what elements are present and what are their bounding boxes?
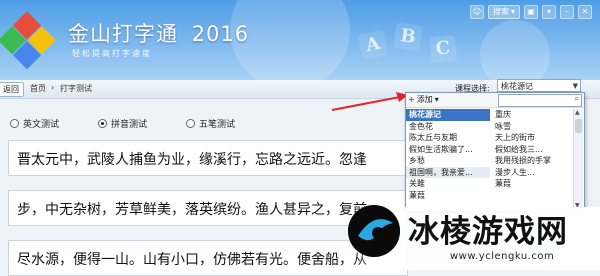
typing-line-text: 尽水源，便得一山。山有小口，仿佛若有光。便舍船，从 (17, 252, 367, 268)
user-icon[interactable]: ☺ (469, 5, 484, 19)
course-item[interactable]: 桃花源记 (406, 109, 490, 121)
mode-label: 拼音测试 (111, 120, 148, 130)
search-button-label: 搜索 (492, 7, 509, 16)
decor-letter-block: C (428, 34, 458, 64)
add-course-button[interactable]: + 添加 ▾ (408, 94, 439, 105)
course-item[interactable]: 乡愁 (406, 155, 490, 167)
radio-selected-icon[interactable] (98, 119, 107, 128)
watermark-title: 冰棱游戏网 (408, 214, 568, 250)
header-decoration (480, 20, 550, 80)
course-item[interactable]: 金色花 (406, 121, 490, 133)
mode-label: 五笔测试 (199, 120, 236, 130)
breadcrumb-home[interactable]: 首页 (30, 83, 46, 94)
decor-letter-block: A (357, 29, 389, 61)
mode-pinyin[interactable]: 拼音测试 (98, 117, 147, 130)
app-version: 2016 (191, 22, 250, 46)
dropdown-search-input[interactable]: ⌕ (498, 94, 582, 107)
course-item[interactable]: 关雎 (406, 178, 490, 190)
red-arrow-annotation (331, 92, 408, 111)
skin-icon[interactable]: ▣ (524, 5, 538, 19)
add-course-label: 添加 (416, 95, 433, 104)
course-item[interactable]: 假如生活欺骗了... (406, 144, 490, 156)
dropdown-right-column: 重庆 咏雪 天上的街市 假如给我三... 我用残损的手掌 漫步人生... 蒹葭 (492, 109, 572, 190)
typing-line[interactable]: 尽水源，便得一山。山有小口，仿佛若有光。便舍船，从 (8, 240, 408, 276)
course-item[interactable]: 祖国啊，我亲爱... (406, 166, 490, 178)
dropdown-scrollbar[interactable]: ▲ ▼ (573, 109, 583, 209)
mode-label: 英文测试 (23, 120, 60, 130)
scroll-up-icon[interactable]: ▲ (575, 109, 580, 116)
minimize-button[interactable]: – (560, 5, 574, 19)
course-item[interactable]: 蒹葭 (492, 178, 572, 190)
typing-line-text: 步，中无杂树，芳草鲜美，落英缤纷。渔人甚异之，复前 (17, 202, 367, 218)
app-logo-icon (0, 11, 57, 70)
decor-letter-block: B (393, 22, 423, 52)
close-button[interactable]: ✕ (578, 5, 592, 19)
search-icon: ⌕ (574, 94, 579, 103)
app-title-text: 金山打字通 (68, 22, 178, 46)
app-header: 金山打字通 2016 轻松提高打字速度 A B C ☺ 搜索 ▾ ▣ ▾ – ✕ (0, 0, 600, 80)
breadcrumb-current: 打字测试 (60, 84, 92, 93)
watermark-url: www.yclengku.com (450, 251, 555, 262)
window-controls: ☺ 搜索 ▾ ▣ ▾ – ✕ (469, 5, 592, 19)
course-select[interactable]: 桃花源记 ▼ (497, 79, 581, 92)
mode-wubi[interactable]: 五笔测试 (186, 117, 235, 130)
back-button[interactable]: 返回 (0, 82, 24, 97)
chevron-down-icon: ▾ (434, 95, 439, 104)
course-item[interactable]: 天上的街市 (492, 132, 572, 144)
radio-icon[interactable] (10, 119, 19, 128)
typing-line[interactable]: 晋太元中，武陵人捕鱼为业，缘溪行，忘路之远近。忽逢 (8, 140, 408, 176)
dropdown-left-column: 桃花源记 金色花 陈太丘与友期 假如生活欺骗了... 乡愁 祖国啊，我亲爱...… (406, 109, 490, 201)
plus-icon: + (408, 95, 415, 104)
mode-english[interactable]: 英文测试 (10, 117, 59, 130)
course-item[interactable]: 重庆 (492, 109, 572, 121)
scrollbar-thumb[interactable] (575, 119, 582, 133)
radio-icon[interactable] (186, 119, 195, 128)
course-item[interactable]: 假如给我三... (492, 144, 572, 156)
course-select-value: 桃花源记 (501, 82, 533, 91)
app-title: 金山打字通 2016 (68, 18, 249, 48)
dropdown-toolbar: + 添加 ▾ ⌕ (406, 93, 584, 108)
breadcrumb-separator: › (51, 83, 55, 92)
course-item[interactable]: 蒹葭 (406, 190, 490, 202)
course-dropdown-panel: + 添加 ▾ ⌕ 桃花源记 金色花 陈太丘与友期 假如生活欺骗了... 乡愁 祖… (405, 92, 585, 212)
course-item[interactable]: 陈太丘与友期 (406, 132, 490, 144)
app-slogan: 轻松提高打字速度 (72, 49, 152, 58)
typing-line-text: 晋太元中，武陵人捕鱼为业，缘溪行，忘路之远近。忽逢 (17, 152, 367, 168)
watermark-logo-icon (348, 205, 400, 257)
typing-line[interactable]: 步，中无杂树，芳草鲜美，落英缤纷。渔人甚异之，复前 (8, 190, 408, 226)
chevron-down-icon: ▾ (510, 7, 515, 16)
search-button[interactable]: 搜索 ▾ (487, 5, 520, 19)
course-item[interactable]: 我用残损的手掌 (492, 155, 572, 167)
menu-button[interactable]: ▾ (542, 5, 556, 19)
course-item[interactable]: 咏雪 (492, 121, 572, 133)
course-item[interactable]: 漫步人生... (492, 167, 572, 179)
